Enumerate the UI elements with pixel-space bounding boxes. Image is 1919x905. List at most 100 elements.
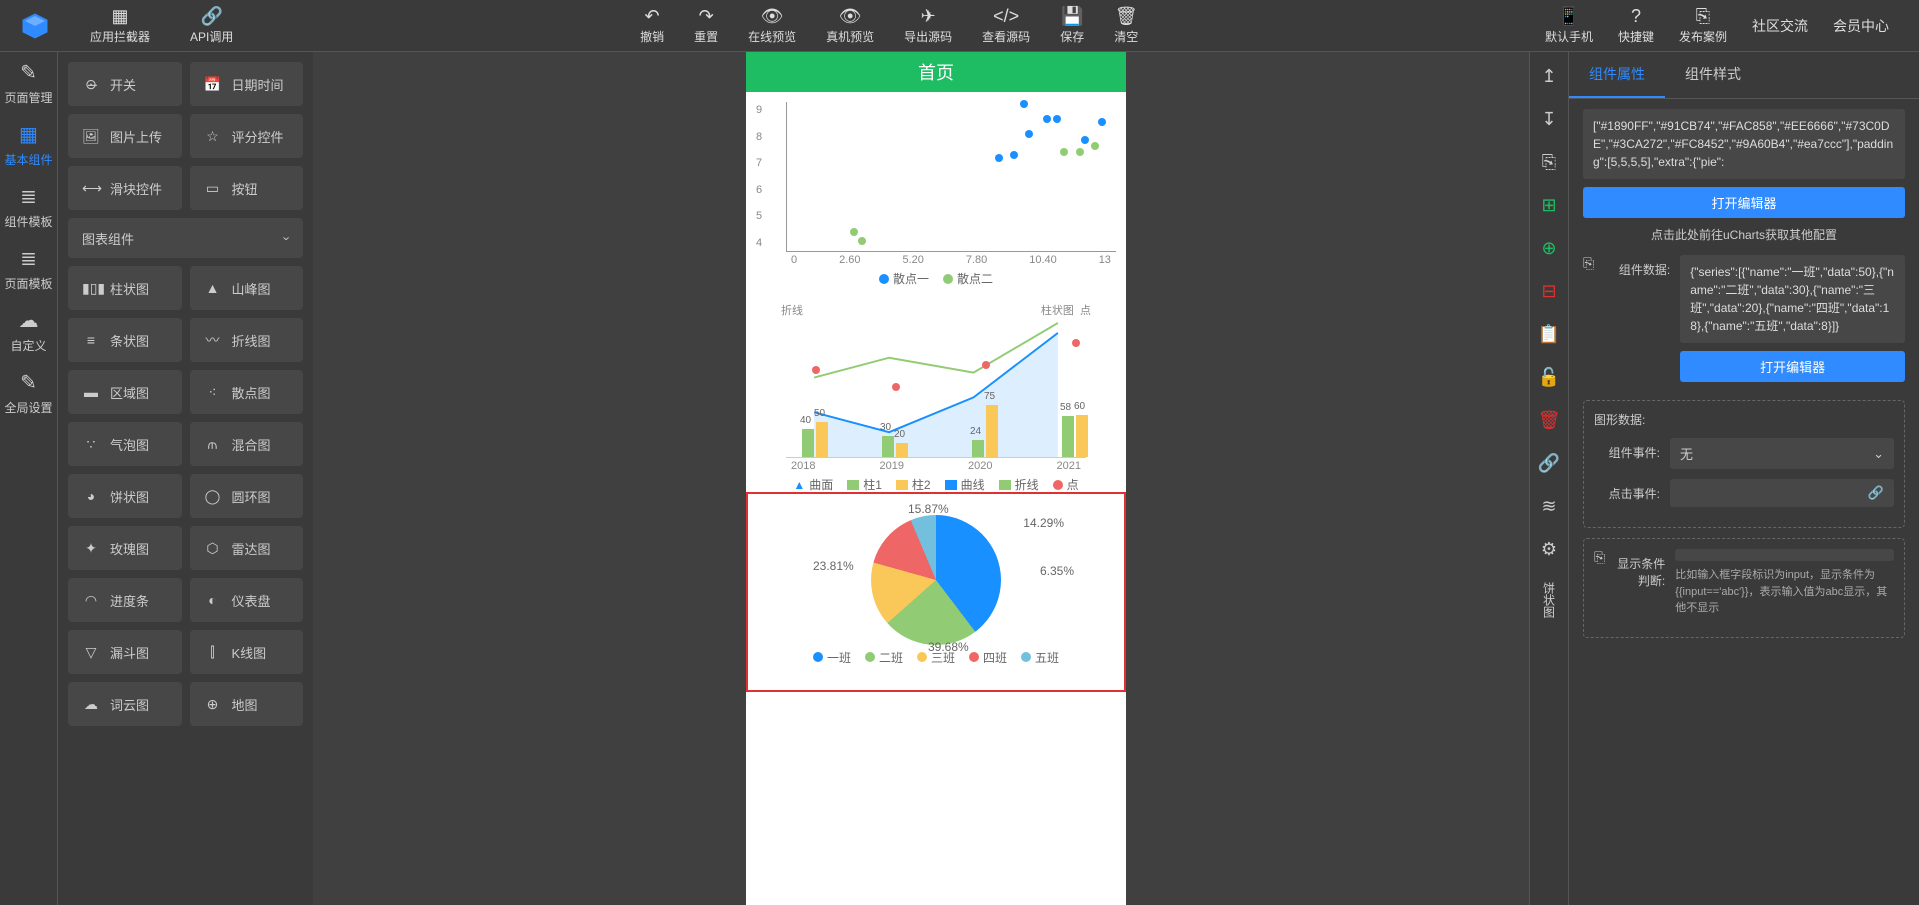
component-item[interactable]: 🖼图片上传	[68, 114, 182, 158]
rail-page-template[interactable]: ≣页面模板	[0, 238, 57, 300]
rail-custom[interactable]: ☁自定义	[0, 300, 57, 362]
mixed-chart[interactable]: 折线柱状图 点 4030245850207560 201820192020202…	[746, 292, 1126, 492]
code-icon: </>	[996, 6, 1016, 26]
component-label: 山峰图	[232, 279, 271, 298]
undo-icon: ↶	[642, 6, 662, 26]
paste-icon[interactable]: 📋	[1538, 324, 1560, 345]
lock-icon[interactable]: 🔓	[1538, 367, 1560, 388]
chart-component-item[interactable]: ◯圆环图	[190, 474, 304, 518]
chart-icon: ⬡	[204, 540, 222, 557]
layers-icon[interactable]: ≋	[1541, 496, 1556, 517]
pie-graphic	[871, 515, 1001, 645]
rail-global-settings[interactable]: ✎全局设置	[0, 362, 57, 424]
component-item[interactable]: ⊙̶开关	[68, 62, 182, 106]
publish-icon: ⎘	[1693, 6, 1713, 26]
settings-icon[interactable]: ⚙	[1541, 539, 1557, 560]
preview-online-button[interactable]: 👁在线预览	[748, 6, 796, 45]
pie-chart[interactable]: 15.87% 14.29% 6.35% 23.81% 39.68% 一班二班三班…	[746, 492, 1126, 692]
component-label: 散点图	[232, 383, 271, 402]
move-up-icon[interactable]: ↥	[1541, 66, 1556, 87]
copy-icon[interactable]: ⎘	[1583, 255, 1594, 272]
chart-component-item[interactable]: ⁖散点图	[190, 370, 304, 414]
chart-component-item[interactable]: ⫙混合图	[190, 422, 304, 466]
api-call-button[interactable]: 🔗API调用	[190, 6, 233, 45]
component-item[interactable]: ⟷滑块控件	[68, 166, 182, 210]
phone-icon: 📱	[1559, 6, 1579, 26]
view-code-button[interactable]: </>查看源码	[982, 6, 1030, 45]
right-icon-strip: ↥ ↧ ⎘ ⊞ ⊕ ⊟ 📋 🔓 🗑 🔗 ≋ ⚙ 饼状图	[1529, 52, 1569, 905]
chart-component-item[interactable]: ◕饼状图	[68, 474, 182, 518]
component-label: 词云图	[110, 695, 149, 714]
chart-component-item[interactable]: ⬡雷达图	[190, 526, 304, 570]
component-label: 柱状图	[110, 279, 149, 298]
component-label: 圆环图	[232, 487, 271, 506]
rail-basic-components[interactable]: ▦基本组件	[0, 114, 57, 176]
redo-button[interactable]: ↷重置	[694, 6, 718, 45]
chart-component-item[interactable]: ◠进度条	[68, 578, 182, 622]
component-item[interactable]: ☆评分控件	[190, 114, 304, 158]
chart-component-item[interactable]: ▲山峰图	[190, 266, 304, 310]
rail-component-template[interactable]: ≣组件模板	[0, 176, 57, 238]
clear-button[interactable]: 🗑清空	[1114, 6, 1138, 45]
component-label: 地图	[232, 695, 258, 714]
component-label: 评分控件	[232, 127, 284, 146]
chart-icon: ▮▯▮	[82, 280, 100, 297]
tab-attributes[interactable]: 组件属性	[1569, 52, 1665, 98]
publish-button[interactable]: ⎘发布案例	[1679, 6, 1727, 45]
preview-device-button[interactable]: 👁真机预览	[826, 6, 874, 45]
remove-icon[interactable]: ⊟	[1541, 281, 1556, 302]
condition-input[interactable]	[1675, 549, 1894, 561]
chart-component-item[interactable]: ◐仪表盘	[190, 578, 304, 622]
copy-icon[interactable]: ⎘	[1594, 549, 1605, 566]
chart-section-header[interactable]: 图表组件›	[68, 218, 303, 258]
chart-component-item[interactable]: ▬区域图	[68, 370, 182, 414]
chart-icon: ▽	[82, 644, 100, 661]
member-link[interactable]: 会员中心	[1833, 6, 1889, 45]
config-textarea[interactable]: ["#1890FF","#91CB74","#FAC858","#EE6666"…	[1583, 109, 1905, 179]
move-down-icon[interactable]: ↧	[1541, 109, 1556, 130]
chart-component-item[interactable]: ☁词云图	[68, 682, 182, 726]
copy-icon[interactable]: ⎘	[1542, 152, 1556, 173]
chart-component-item[interactable]: ✦ 玫瑰图	[68, 526, 182, 570]
component-label: 玫瑰图	[110, 539, 149, 558]
click-event-input[interactable]: 🔗	[1670, 479, 1894, 507]
chart-component-item[interactable]: ▮▯▮ 柱状图	[68, 266, 182, 310]
chart-component-item[interactable]: ⊕地图	[190, 682, 304, 726]
chart-component-item[interactable]: ⫿K线图	[190, 630, 304, 674]
scatter-chart[interactable]: 456789 02.605.207.8010.4013 散点一 散点二	[746, 92, 1126, 292]
app-blocker-icon: ▦	[110, 6, 130, 26]
component-item[interactable]: 📅日期时间	[190, 62, 304, 106]
chart-icon: ✦	[82, 540, 100, 557]
component-icon: 📅	[204, 76, 222, 93]
open-editor-button-2[interactable]: 打开编辑器	[1680, 351, 1905, 382]
default-phone-button[interactable]: 📱默认手机	[1545, 6, 1593, 45]
component-label: 漏斗图	[110, 643, 149, 662]
save-button[interactable]: 💾保存	[1060, 6, 1084, 45]
chart-component-item[interactable]: 〰折线图	[190, 318, 304, 362]
export-code-button[interactable]: ✈导出源码	[904, 6, 952, 45]
chart-component-item[interactable]: ∵气泡图	[68, 422, 182, 466]
data-label: 组件数据:	[1604, 255, 1670, 278]
rail-page-manage[interactable]: ✎页面管理	[0, 52, 57, 114]
help-icon: ?	[1626, 6, 1646, 26]
data-textarea[interactable]: {"series":[{"name":"一班","data":50},{"nam…	[1680, 255, 1905, 343]
tab-styles[interactable]: 组件样式	[1665, 52, 1761, 98]
pen-icon: ✎	[20, 60, 37, 85]
open-editor-button[interactable]: 打开编辑器	[1583, 187, 1905, 218]
stack-icon: ≣	[20, 184, 37, 209]
link-icon[interactable]: 🔗	[1538, 453, 1560, 474]
config-hint[interactable]: 点击此处前往uCharts获取其他配置	[1583, 226, 1905, 243]
community-link[interactable]: 社区交流	[1752, 6, 1808, 45]
chart-component-item[interactable]: ≡条状图	[68, 318, 182, 362]
component-icon: 🖼	[82, 128, 100, 145]
component-item[interactable]: ▭按钮	[190, 166, 304, 210]
event-select[interactable]: 无⌄	[1670, 438, 1894, 469]
add-icon[interactable]: ⊕	[1541, 238, 1556, 259]
plugin-icon[interactable]: ⊞	[1541, 195, 1556, 216]
component-label: K线图	[232, 643, 267, 662]
undo-button[interactable]: ↶撤销	[640, 6, 664, 45]
chart-component-item[interactable]: ▽ 漏斗图	[68, 630, 182, 674]
app-blocker-button[interactable]: ▦应用拦截器	[90, 6, 150, 45]
delete-icon[interactable]: 🗑	[1538, 410, 1561, 431]
shortcut-button[interactable]: ?快捷键	[1618, 6, 1654, 45]
